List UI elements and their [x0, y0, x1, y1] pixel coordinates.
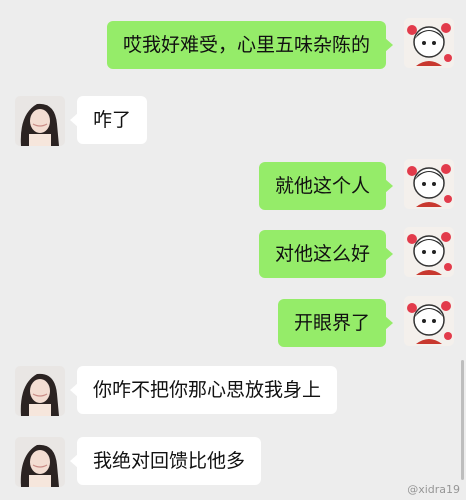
message-incoming: 你咋不把你那心思放我身上	[0, 366, 466, 426]
message-outgoing: 哎我好难受，心里五味杂陈的	[0, 18, 466, 81]
girl-photo-avatar-icon[interactable]	[15, 96, 65, 146]
message-bubble[interactable]: 哎我好难受，心里五味杂陈的	[106, 21, 394, 69]
chat-area[interactable]: 哎我好难受，心里五味杂陈的 咋了 就他这个人 对他这么好 开眼界了 你咋不把你那…	[0, 0, 466, 500]
message-bubble[interactable]: 就他这个人	[258, 162, 394, 210]
message-bubble[interactable]: 你咋不把你那心思放我身上	[69, 366, 338, 414]
cartoon-avatar-icon[interactable]	[404, 159, 454, 209]
cartoon-avatar-icon[interactable]	[404, 296, 454, 346]
message-incoming: 咋了	[0, 96, 466, 156]
cartoon-avatar-icon[interactable]	[404, 227, 454, 277]
message-bubble[interactable]: 我绝对回馈比他多	[69, 437, 262, 485]
message-incoming: 我绝对回馈比他多	[0, 437, 466, 497]
message-outgoing: 就他这个人	[0, 159, 466, 222]
scrollbar[interactable]	[461, 360, 464, 480]
message-bubble[interactable]: 对他这么好	[258, 230, 394, 278]
cartoon-avatar-icon[interactable]	[404, 18, 454, 68]
message-outgoing: 开眼界了	[0, 296, 466, 359]
watermark: @xidra19	[407, 483, 460, 496]
message-outgoing: 对他这么好	[0, 227, 466, 290]
girl-photo-avatar-icon[interactable]	[15, 437, 65, 487]
message-bubble[interactable]: 咋了	[69, 96, 148, 144]
message-bubble[interactable]: 开眼界了	[277, 299, 394, 347]
girl-photo-avatar-icon[interactable]	[15, 366, 65, 416]
